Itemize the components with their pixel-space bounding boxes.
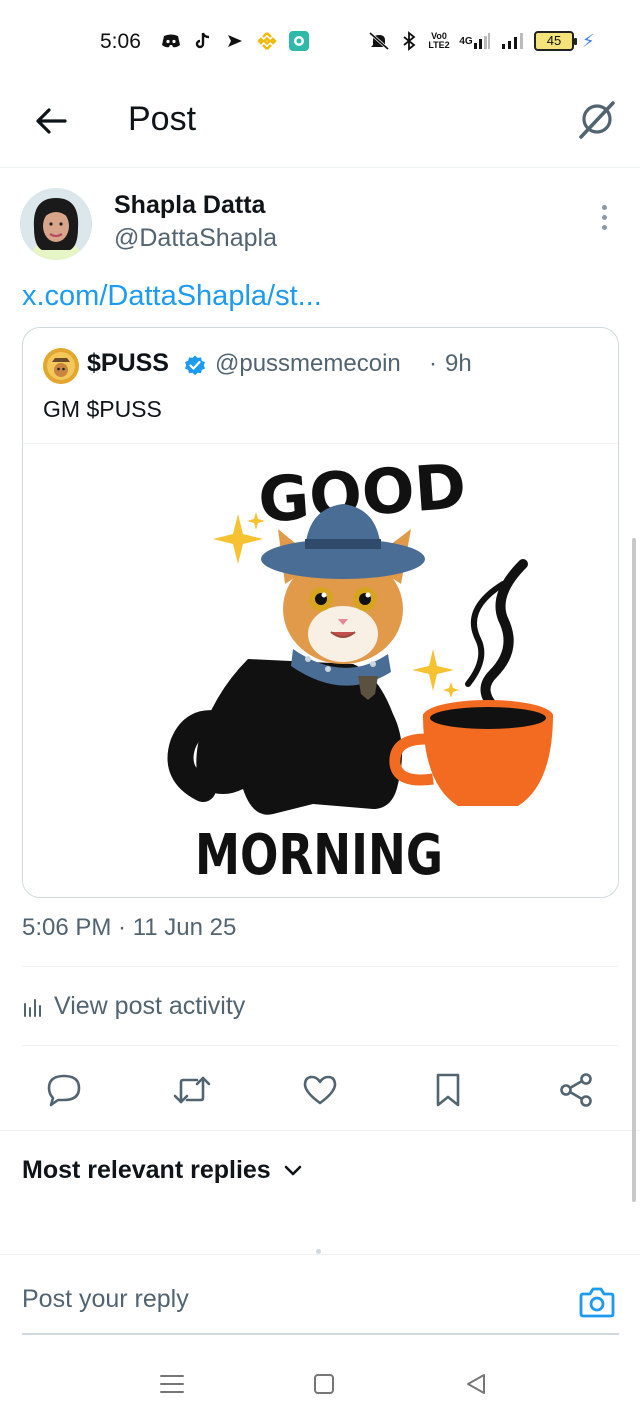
quoted-post-card[interactable]: $PUSS @pussmemecoin · 9h GM $PUSS GOOD M… xyxy=(22,327,619,898)
share-icon xyxy=(560,1073,592,1107)
volte-icon: Vo0 LTE2 xyxy=(428,31,450,50)
image-text-morning: MORNING xyxy=(195,823,443,888)
binance-icon xyxy=(256,30,278,52)
divider xyxy=(22,1045,619,1046)
quote-time: 9h xyxy=(445,350,472,377)
verified-badge-icon xyxy=(185,355,205,376)
status-time: 5:06 xyxy=(100,30,141,53)
view-post-activity-button[interactable]: View post activity xyxy=(22,992,245,1021)
repost-button[interactable] xyxy=(170,1068,214,1112)
good-morning-cat-image: GOOD MORNING xyxy=(167,449,553,888)
reply-composer xyxy=(0,1254,640,1344)
avatar[interactable] xyxy=(20,188,92,260)
replies-sort-dropdown[interactable]: Most relevant replies xyxy=(22,1156,303,1185)
square-icon xyxy=(314,1374,334,1394)
quote-text: GM $PUSS xyxy=(43,396,162,422)
charging-icon: ⚡ xyxy=(582,30,595,51)
author-name[interactable]: Shapla Datta xyxy=(114,191,265,220)
reply-button[interactable] xyxy=(42,1068,86,1112)
like-button[interactable] xyxy=(298,1068,342,1112)
quote-media[interactable]: GOOD MORNING xyxy=(23,443,618,897)
more-dot-icon xyxy=(601,214,607,220)
camera-icon xyxy=(579,1287,615,1318)
discord-icon xyxy=(160,30,182,52)
triangle-back-icon xyxy=(467,1374,485,1394)
reply-icon xyxy=(47,1074,81,1107)
signal-icon xyxy=(500,30,526,52)
app-icon xyxy=(288,30,310,52)
grok-button[interactable] xyxy=(574,96,620,142)
send-icon xyxy=(224,30,246,52)
divider xyxy=(0,1130,640,1131)
4g-signal-icon: 4G xyxy=(458,30,492,52)
mute-icon xyxy=(368,30,390,52)
bookmark-button[interactable] xyxy=(426,1068,470,1112)
status-bar: 5:06 Vo0 LTE2 4G 45 ⚡ xyxy=(0,0,640,84)
more-options-button[interactable] xyxy=(592,200,616,234)
post-actions xyxy=(0,1050,640,1130)
share-button[interactable] xyxy=(554,1068,598,1112)
system-navigation-bar xyxy=(0,1344,640,1422)
puss-coin-icon xyxy=(43,348,79,384)
network-type-label: 4G xyxy=(459,35,473,47)
quote-author-handle: @pussmemecoin xyxy=(215,350,401,377)
recents-button[interactable] xyxy=(156,1368,188,1400)
notification-icons xyxy=(160,30,310,52)
battery-indicator: 45 xyxy=(534,31,577,51)
grok-icon xyxy=(579,101,615,139)
more-dot-icon xyxy=(601,224,607,230)
system-icons: Vo0 LTE2 4G 45 ⚡ xyxy=(368,30,595,52)
bluetooth-icon xyxy=(398,30,420,52)
bookmark-icon xyxy=(436,1073,460,1107)
quote-avatar[interactable] xyxy=(43,348,79,384)
camera-button[interactable] xyxy=(576,1281,618,1323)
chevron-down-icon xyxy=(284,1165,302,1175)
quote-author-name: $PUSS xyxy=(87,349,169,377)
back-nav-button[interactable] xyxy=(460,1368,492,1400)
profile-photo xyxy=(20,188,92,260)
menu-icon xyxy=(160,1375,184,1393)
home-button[interactable] xyxy=(308,1368,340,1400)
quote-separator: · xyxy=(429,350,437,377)
arrow-left-icon xyxy=(36,108,67,134)
post-timestamp: 5:06 PM · 11 Jun 25 xyxy=(22,914,237,941)
analytics-icon xyxy=(24,998,41,1017)
view-post-activity-label: View post activity xyxy=(54,992,246,1020)
tiktok-icon xyxy=(192,30,214,52)
post-link[interactable]: x.com/DattaShapla/st... xyxy=(22,280,322,313)
reply-input[interactable] xyxy=(22,1255,619,1335)
page-title: Post xyxy=(128,100,197,138)
author-handle[interactable]: @DattaShapla xyxy=(114,224,277,253)
replies-sort-label: Most relevant replies xyxy=(22,1156,271,1184)
divider xyxy=(22,966,619,967)
top-app-bar: Post xyxy=(0,84,640,168)
back-button[interactable] xyxy=(28,98,74,144)
scrollbar[interactable] xyxy=(632,538,636,1202)
more-dot-icon xyxy=(601,204,607,210)
like-icon xyxy=(303,1075,337,1105)
repost-icon xyxy=(173,1076,211,1104)
